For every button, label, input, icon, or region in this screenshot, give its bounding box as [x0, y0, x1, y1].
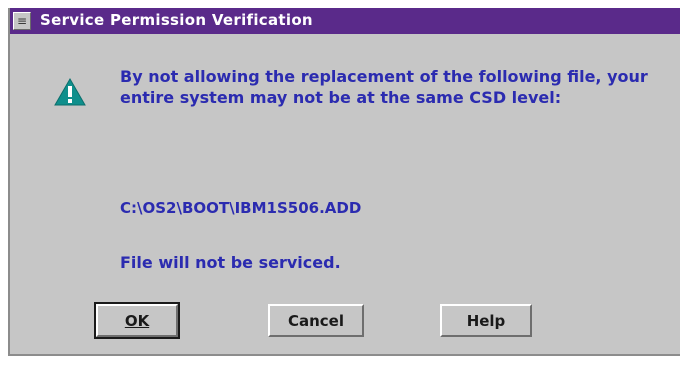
help-button[interactable]: Help: [440, 304, 532, 337]
message-text: By not allowing the replacement of the f…: [120, 67, 648, 107]
window-title: Service Permission Verification: [40, 11, 313, 29]
cancel-button-label: Cancel: [287, 311, 344, 330]
system-menu-icon[interactable]: ≡: [13, 12, 31, 30]
cancel-button[interactable]: Cancel: [268, 304, 364, 337]
ok-button-label: OK: [124, 311, 150, 330]
status-text: File will not be serviced.: [120, 253, 341, 272]
service-permission-dialog: ≡ Service Permission Verification By not…: [8, 8, 680, 356]
ok-button[interactable]: OK: [94, 302, 180, 339]
help-button-label: Help: [466, 311, 506, 330]
file-path: C:\OS2\BOOT\IBM1S506.ADD: [120, 199, 362, 217]
warning-icon: [54, 78, 86, 106]
title-bar[interactable]: ≡ Service Permission Verification: [10, 8, 680, 34]
